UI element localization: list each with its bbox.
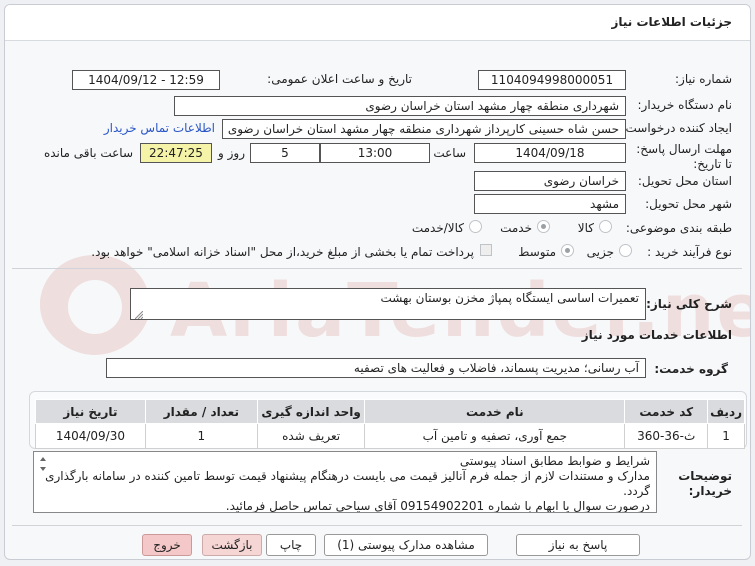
col-service-code-header: کد خدمت: [624, 399, 709, 424]
contact-buyer-link[interactable]: اطلاعات تماس خریدار: [104, 121, 215, 135]
table-row: 1 ث-36-360 جمع آوری، تصفیه و تامین آب تع…: [35, 423, 745, 449]
time-label: ساعت: [433, 146, 466, 160]
col-need-date-header: تاریخ نیاز: [35, 399, 146, 424]
page-title: جزئیات اطلاعات نیاز: [611, 15, 732, 29]
city-field: مشهد: [474, 194, 626, 214]
buyer-org-label: نام دستگاه خریدار:: [637, 98, 733, 112]
details-window: جزئیات اطلاعات نیاز AriaTender.net شماره…: [4, 4, 751, 560]
notes-line-2: مدارک و مستندات لازم از جمله فرم آنالیز …: [45, 469, 650, 498]
category-option-goods: کالا: [577, 221, 594, 235]
notes-line-1: شرایط و ضوابط مطابق اسناد پیوستی: [459, 454, 650, 468]
process-radio-minor[interactable]: [619, 244, 632, 257]
category-label: طبقه بندی موضوعی:: [625, 221, 732, 235]
service-group-label: گروه خدمت:: [654, 362, 728, 376]
process-option-minor: جزیی: [586, 245, 614, 259]
deadline-label: مهلت ارسال پاسخ: تا تاریخ:: [636, 142, 732, 171]
province-field: خراسان رضوی: [474, 171, 626, 191]
print-button[interactable]: چاپ: [266, 534, 316, 556]
treasury-payment-checkbox[interactable]: [480, 244, 492, 256]
deadline-date-field: 1404/09/18: [474, 143, 626, 163]
buyer-notes-field: شرایط و ضوابط مطابق اسناد پیوستی مدارک و…: [33, 451, 657, 513]
remaining-label: ساعت باقی مانده: [43, 146, 133, 160]
requester-field: حسن شاه حسینی کارپرداز شهرداری منطقه چها…: [222, 119, 626, 139]
divider: [12, 268, 742, 269]
service-group-field: آب رسانی؛ مدیریت پسماند، فاضلاب و فعالیت…: [106, 358, 646, 378]
cell-service-name: جمع آوری، تصفیه و تامین آب: [364, 423, 626, 449]
back-button[interactable]: بازگشت: [202, 534, 262, 556]
col-quantity-header: تعداد / مقدار: [144, 399, 258, 424]
city-label: شهر محل تحویل:: [645, 197, 732, 211]
cell-row-number: 1: [707, 423, 745, 449]
announce-datetime-label: تاریخ و ساعت اعلان عمومی:: [267, 72, 412, 86]
cell-unit: تعریف شده: [256, 423, 366, 449]
summary-label: شرح کلی نیاز:: [646, 297, 732, 311]
footer-divider: [12, 525, 742, 526]
process-type-label: نوع فرآیند خرید :: [647, 245, 732, 259]
category-option-goods-service: کالا/خدمت: [411, 221, 464, 235]
col-unit-header: واحد اندازه گیری: [256, 399, 366, 424]
notes-scrollbar-icon[interactable]: [38, 454, 48, 474]
buyer-notes-label: توضیحات خریدار:: [678, 469, 732, 498]
requester-label: ایجاد کننده درخواست:: [621, 121, 732, 135]
services-info-heading: اطلاعات خدمات مورد نیاز: [581, 328, 732, 342]
need-number-label: شماره نیاز:: [675, 72, 732, 86]
process-option-medium: متوسط: [518, 245, 556, 259]
table-header-row: ردیف کد خدمت نام خدمت واحد اندازه گیری ت…: [35, 399, 745, 424]
exit-button[interactable]: خروج: [142, 534, 192, 556]
page-header: جزئیات اطلاعات نیاز: [5, 5, 750, 41]
days-field: 5: [250, 143, 320, 163]
category-radio-service[interactable]: [537, 220, 550, 233]
category-radio-goods-service[interactable]: [469, 220, 482, 233]
category-option-service: خدمت: [500, 221, 532, 235]
deadline-time-field: 13:00: [320, 143, 430, 163]
remaining-time-field: 22:47:25: [140, 143, 212, 163]
reply-button[interactable]: پاسخ به نیاز: [516, 534, 640, 556]
need-number-field: 1104094998000051: [478, 70, 626, 90]
days-and-label: روز و: [218, 146, 245, 160]
province-label: استان محل تحویل:: [637, 174, 732, 188]
cell-quantity: 1: [144, 423, 258, 449]
services-table: ردیف کد خدمت نام خدمت واحد اندازه گیری ت…: [35, 399, 745, 449]
col-service-name-header: نام خدمت: [364, 399, 626, 424]
buyer-org-field: شهرداری منطقه چهار مشهد استان خراسان رضو…: [174, 96, 626, 116]
cell-need-date: 1404/09/30: [35, 423, 146, 449]
category-radio-goods[interactable]: [599, 220, 612, 233]
announce-datetime-field: 1404/09/12 - 12:59: [72, 70, 220, 90]
resize-grip-icon[interactable]: [135, 311, 143, 319]
process-radio-medium[interactable]: [561, 244, 574, 257]
col-row-header: ردیف: [707, 399, 745, 424]
view-documents-button[interactable]: مشاهده مدارک پیوستی (1): [324, 534, 488, 556]
notes-line-3: درصورت سوال یا ابهام با شماره 0915490220…: [225, 499, 650, 513]
payment-note: پرداخت تمام یا بخشی از مبلغ خرید،از محل …: [91, 245, 474, 259]
summary-field: تعمیرات اساسی ایستگاه پمپاژ مخزن بوستان …: [130, 288, 646, 320]
cell-service-code: ث-36-360: [624, 423, 709, 449]
